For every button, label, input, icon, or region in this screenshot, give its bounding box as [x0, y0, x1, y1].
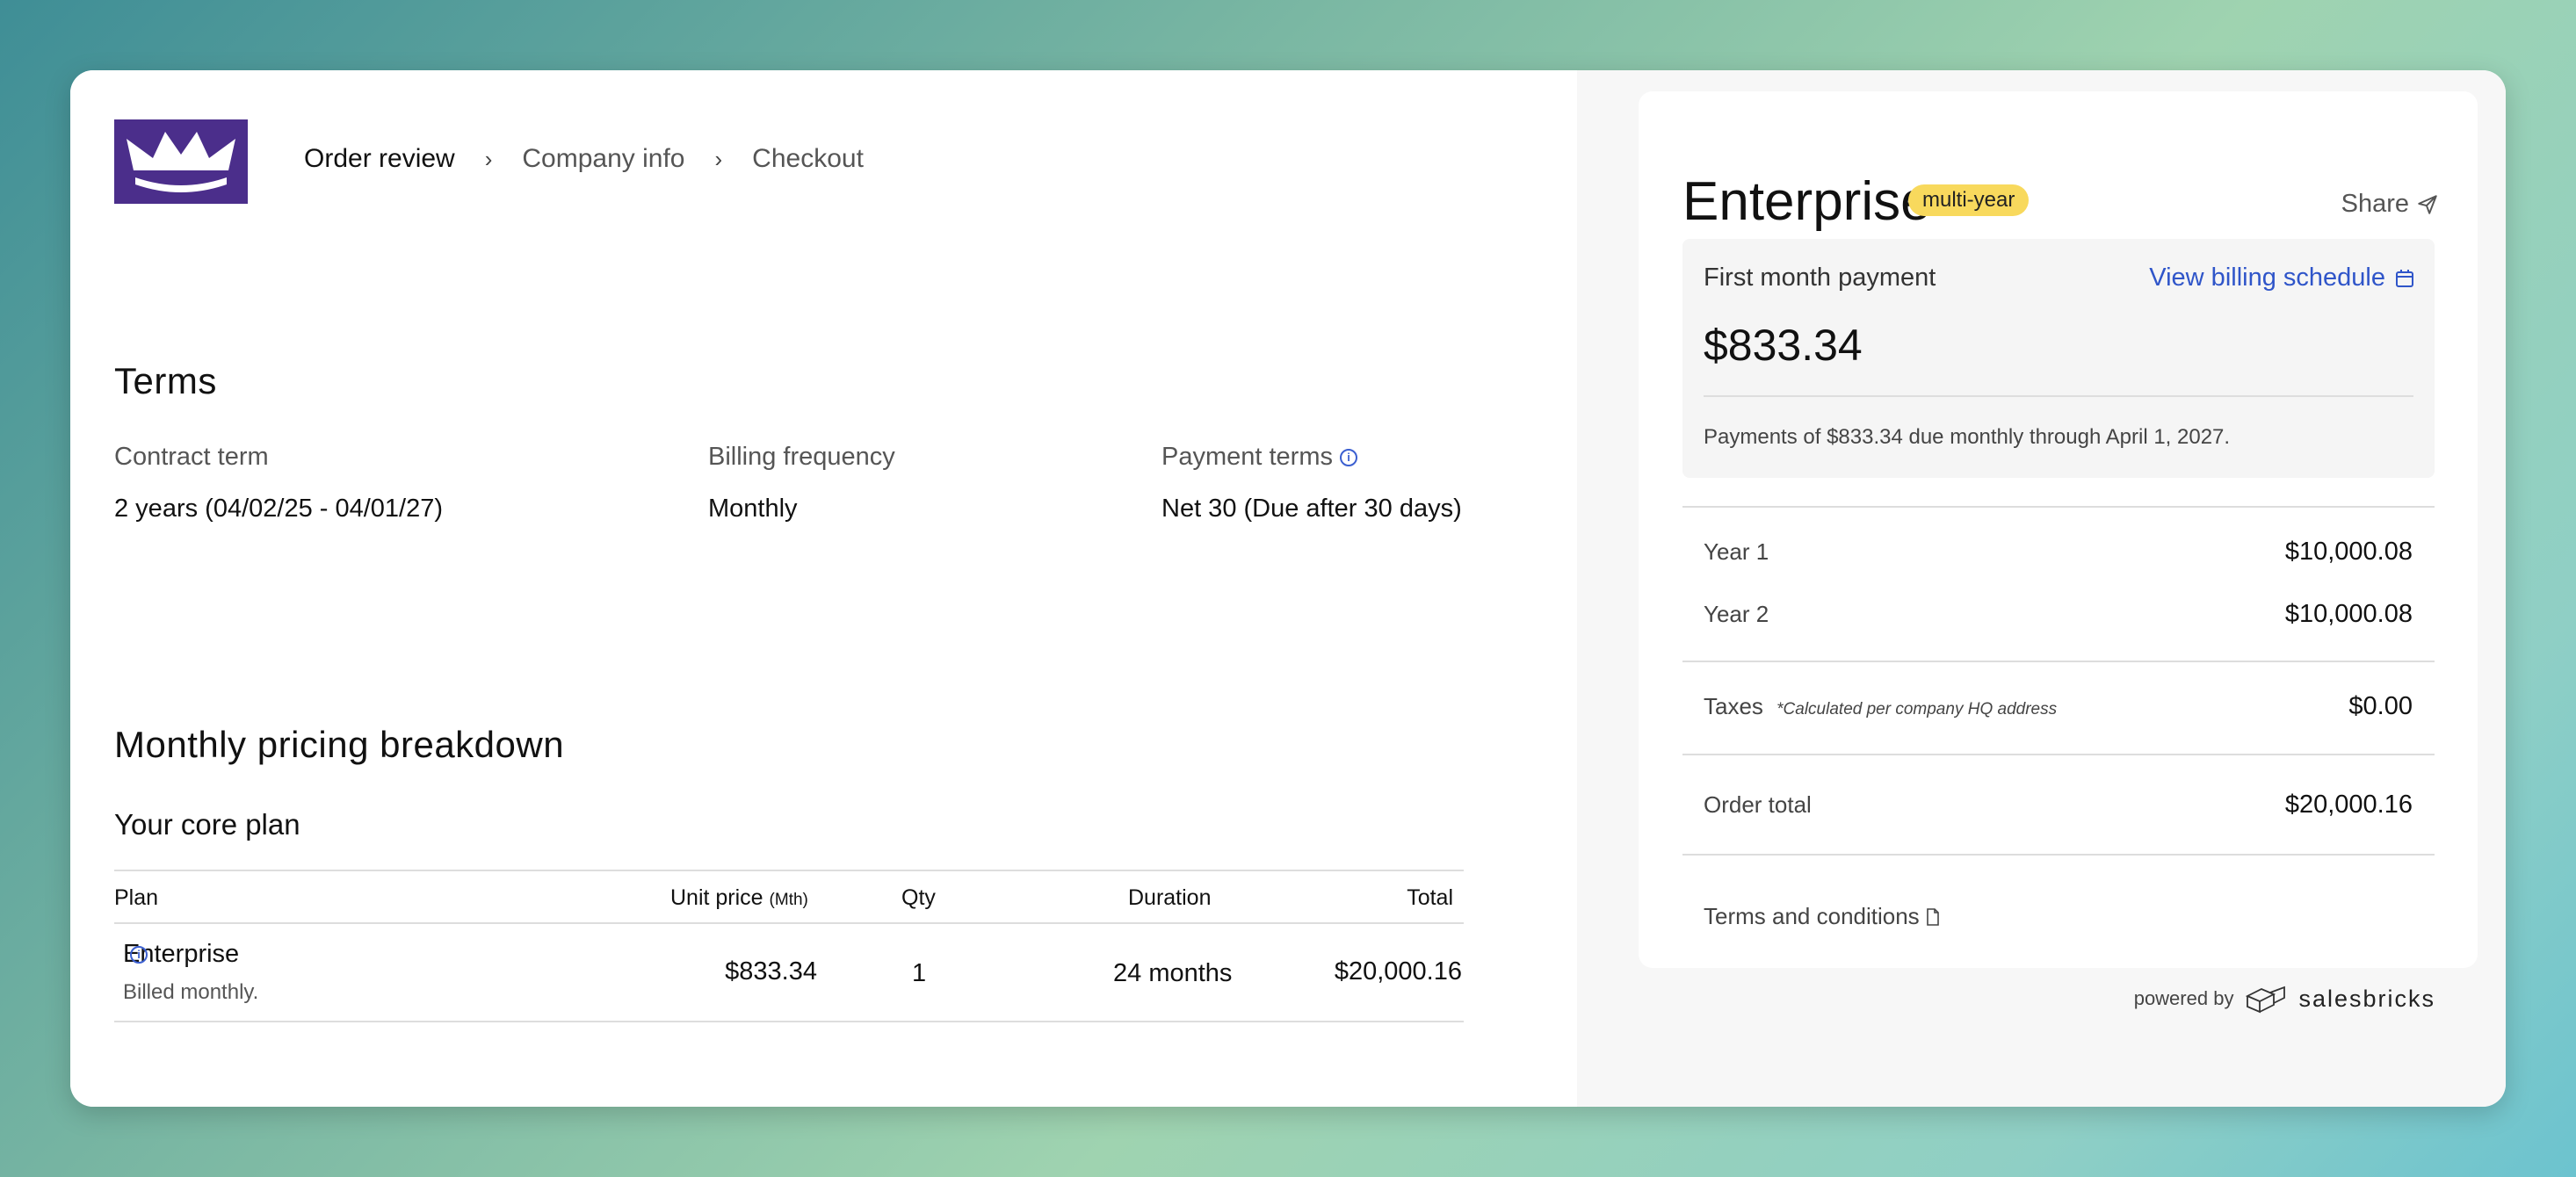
total-cell: $20,000.16 [1334, 957, 1462, 986]
divider [1704, 395, 2413, 397]
table-row: Enterprise i Billed monthly. $833.34 1 2… [114, 924, 1464, 1022]
calendar-icon [2396, 269, 2413, 287]
chevron-right-icon: › [484, 145, 493, 172]
qty-cell: 1 [912, 959, 927, 987]
col-unit-price-label: Unit price [670, 885, 763, 910]
first-payment-label: First month payment [1704, 264, 1936, 292]
taxes-amount: $0.00 [2348, 692, 2413, 720]
year-2-amount: $10,000.08 [2284, 600, 2413, 628]
payment-note: Payments of $833.34 due monthly through … [1704, 425, 2231, 449]
breadcrumb: Order review › Company info › Checkout [304, 144, 864, 174]
info-icon[interactable]: i [130, 945, 148, 964]
breadcrumb-company-info[interactable]: Company info [522, 144, 684, 174]
divider [1682, 754, 2435, 755]
order-summary-card: Enterprise multi-year Share First month … [1639, 91, 2478, 968]
year-2-label: Year 2 [1704, 601, 1769, 627]
send-icon [2418, 194, 2437, 214]
taxes-label: Taxes [1704, 693, 1763, 719]
contract-term: Contract term 2 years (04/02/25 - 04/01/… [114, 443, 443, 524]
document-icon [1926, 907, 1939, 926]
info-icon[interactable]: i [1340, 448, 1357, 466]
first-payment-box: First month payment View billing schedul… [1682, 239, 2435, 478]
col-plan: Plan [114, 885, 159, 910]
first-payment-amount: $833.34 [1704, 321, 1863, 370]
year-1-line: Year 1 $10,000.08 [1704, 538, 2413, 567]
taxes-label-group: Taxes *Calculated per company HQ address [1704, 693, 2057, 720]
taxes-note: *Calculated per company HQ address [1776, 700, 2058, 718]
col-unit-price: Unit price (Mth) [670, 885, 808, 911]
billing-frequency-label: Billing frequency [708, 443, 895, 471]
terms-heading: Terms [114, 360, 217, 401]
plan-title: Enterprise [1682, 171, 1931, 232]
year-1-label: Year 1 [1704, 538, 1769, 565]
core-plan-heading: Your core plan [114, 808, 300, 841]
crown-icon [127, 132, 235, 192]
share-label: Share [2341, 190, 2409, 218]
divider [1682, 661, 2435, 662]
plan-note: Billed monthly. [123, 980, 259, 1004]
billing-schedule-label: View billing schedule [2149, 264, 2385, 292]
pricing-heading: Monthly pricing breakdown [114, 724, 565, 765]
breadcrumb-checkout[interactable]: Checkout [752, 144, 864, 174]
brand-name[interactable]: salesbricks [2298, 986, 2435, 1013]
unit-price-cell: $833.34 [725, 957, 817, 986]
share-button[interactable]: Share [2341, 190, 2439, 219]
view-billing-schedule-link[interactable]: View billing schedule [2149, 264, 2415, 292]
terms-and-conditions-link[interactable]: Terms and conditions [1704, 903, 1941, 930]
payment-terms-label-row: Payment terms i [1161, 443, 1462, 472]
payment-terms-value: Net 30 (Due after 30 days) [1161, 495, 1462, 523]
year-2-line: Year 2 $10,000.08 [1704, 600, 2413, 629]
billing-frequency: Billing frequency Monthly [708, 443, 895, 524]
checkout-card: Order review › Company info › Checkout T… [70, 70, 2506, 1107]
order-total-amount: $20,000.16 [2284, 791, 2413, 819]
year-1-amount: $10,000.08 [2284, 538, 2413, 566]
order-total-label: Order total [1704, 791, 1812, 818]
col-duration: Duration [1128, 885, 1212, 910]
payment-terms: Payment terms i Net 30 (Due after 30 day… [1161, 443, 1462, 524]
billing-frequency-value: Monthly [708, 495, 798, 523]
col-unit-price-suffix: (Mth) [769, 891, 808, 909]
breadcrumb-order-review[interactable]: Order review [304, 144, 455, 174]
multi-year-badge: multi-year [1908, 184, 2030, 216]
taxes-line: Taxes *Calculated per company HQ address… [1704, 692, 2413, 721]
payment-terms-label: Payment terms [1161, 443, 1333, 471]
col-total: Total [1407, 885, 1453, 910]
contract-term-label: Contract term [114, 443, 269, 471]
bricks-logo-icon [2246, 986, 2286, 1014]
powered-by: powered by salesbricks [2134, 984, 2435, 1014]
plan-name-cell: Enterprise i [123, 940, 239, 969]
col-qty: Qty [901, 885, 936, 910]
divider [1682, 854, 2435, 856]
divider [1682, 506, 2435, 508]
chevron-right-icon: › [714, 145, 723, 172]
order-review-panel: Order review › Company info › Checkout T… [70, 70, 1577, 1107]
table-header: Plan Unit price (Mth) Qty Duration Total [114, 870, 1464, 924]
powered-by-label: powered by [2133, 987, 2234, 1009]
duration-cell: 24 months [1113, 959, 1233, 987]
terms-link-label: Terms and conditions [1704, 903, 1920, 929]
order-total-line: Order total $20,000.16 [1704, 791, 2413, 820]
company-logo [114, 119, 248, 204]
contract-term-value: 2 years (04/02/25 - 04/01/27) [114, 495, 444, 523]
plan-table: Plan Unit price (Mth) Qty Duration Total… [114, 870, 1464, 1022]
